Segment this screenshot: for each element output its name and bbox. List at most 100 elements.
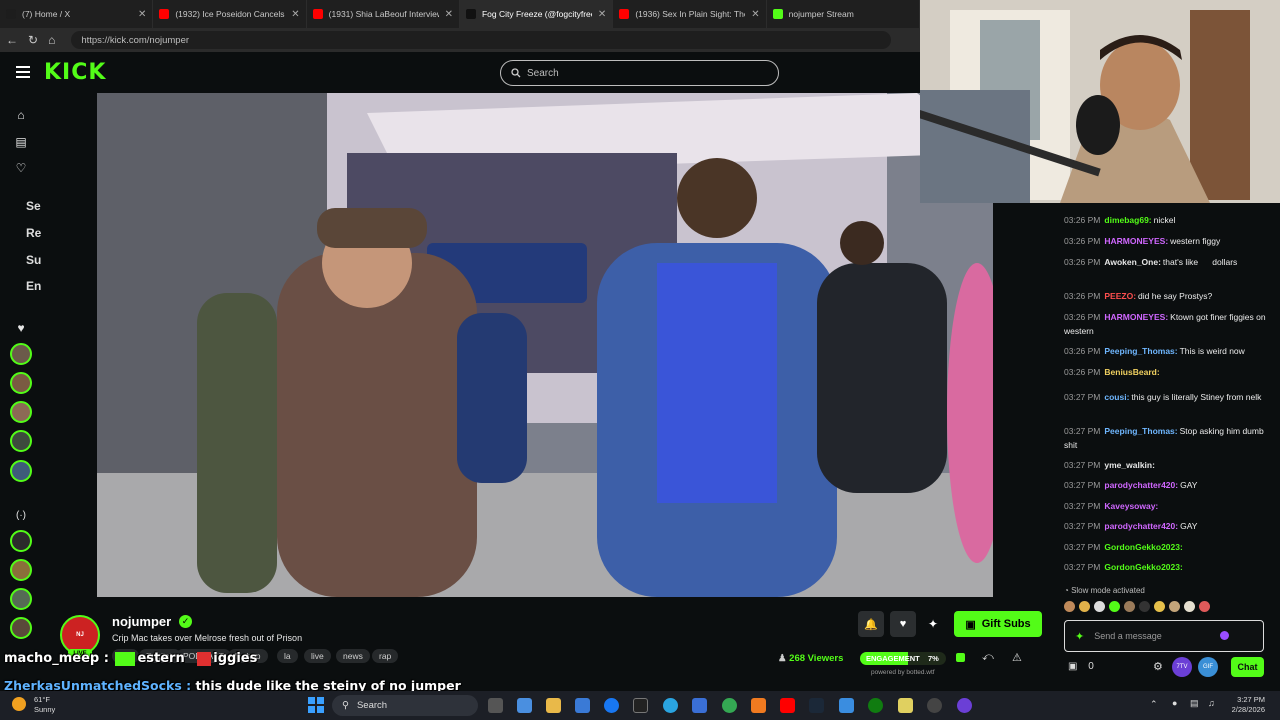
notes-icon[interactable] bbox=[898, 698, 913, 713]
chat-username[interactable]: Peeping_Thomas: bbox=[1104, 426, 1177, 436]
emote-picker-icon[interactable] bbox=[1220, 631, 1229, 640]
youtube-icon[interactable] bbox=[780, 698, 795, 713]
browser-tab[interactable]: (1932) Ice Poseidon Cancels Ama... ✕ bbox=[153, 0, 307, 28]
chat-username[interactable]: Awoken_One: bbox=[1104, 257, 1161, 267]
chat-username[interactable]: HARMONEYES: bbox=[1104, 236, 1168, 246]
xbox-icon[interactable] bbox=[868, 698, 883, 713]
calculator-icon[interactable] bbox=[692, 698, 707, 713]
browser-tab[interactable]: (1931) Shia LaBeouf Interview - Yo... ✕ bbox=[307, 0, 460, 28]
share-icon[interactable]: ⤺ bbox=[982, 651, 994, 664]
mic-icon[interactable]: ● bbox=[1172, 698, 1177, 708]
browse-icon[interactable]: ▤ bbox=[13, 134, 29, 150]
emote[interactable] bbox=[1109, 601, 1120, 612]
sparkle-icon[interactable]: ✦ bbox=[1075, 630, 1084, 643]
home-icon[interactable]: ⌂ bbox=[13, 107, 29, 123]
video-player[interactable] bbox=[97, 93, 993, 597]
chat-username[interactable]: HARMONEYES: bbox=[1104, 312, 1168, 322]
7tv-icon[interactable]: 7TV bbox=[1172, 657, 1192, 677]
chat-username[interactable]: Kaveysoway: bbox=[1104, 501, 1158, 511]
stream-tag[interactable]: news bbox=[336, 649, 370, 663]
following-heart-icon[interactable]: ♡ bbox=[13, 160, 29, 176]
close-icon[interactable]: ✕ bbox=[598, 9, 606, 20]
avatar[interactable] bbox=[10, 430, 32, 452]
emote[interactable] bbox=[1184, 601, 1195, 612]
copilot-icon[interactable] bbox=[517, 698, 532, 713]
sidebar-label-2[interactable]: Re bbox=[26, 226, 41, 240]
app-icon[interactable] bbox=[839, 698, 854, 713]
reload-icon[interactable]: ↻ bbox=[28, 33, 38, 47]
close-icon[interactable]: ✕ bbox=[445, 9, 453, 20]
gif-icon[interactable]: GIF bbox=[1198, 657, 1218, 677]
emote[interactable] bbox=[1139, 601, 1150, 612]
notification-bell-icon[interactable]: 🔔 bbox=[858, 611, 884, 637]
browser-tab[interactable]: (1936) Sex In Plain Sight: The Figu... ✕ bbox=[613, 0, 767, 28]
chat-username[interactable]: cousi: bbox=[1104, 392, 1129, 402]
chat-username[interactable]: parodychatter420: bbox=[1104, 480, 1178, 490]
chrome-icon[interactable] bbox=[722, 698, 737, 713]
browser-tab[interactable]: Fog City Freeze (@fogcityfreeze) | ... ✕ bbox=[459, 0, 614, 28]
sidebar-label-3[interactable]: Su bbox=[26, 253, 41, 267]
emote[interactable] bbox=[1079, 601, 1090, 612]
stream-tag[interactable]: rap bbox=[372, 649, 399, 663]
emote[interactable] bbox=[1154, 601, 1165, 612]
edge-icon[interactable] bbox=[663, 698, 678, 713]
chat-username[interactable]: dimebag69: bbox=[1104, 215, 1151, 225]
chat-username[interactable]: Peeping_Thomas: bbox=[1104, 346, 1177, 356]
store-icon[interactable] bbox=[575, 698, 590, 713]
close-icon[interactable]: ✕ bbox=[138, 9, 146, 20]
avatar[interactable] bbox=[10, 401, 32, 423]
avatar[interactable] bbox=[10, 588, 32, 610]
stream-tag[interactable]: live bbox=[304, 649, 331, 663]
emote[interactable] bbox=[1064, 601, 1075, 612]
network-icon[interactable]: ▤ bbox=[1190, 698, 1199, 709]
weather-icon[interactable] bbox=[12, 697, 26, 711]
app-icon[interactable] bbox=[957, 698, 972, 713]
avatar[interactable] bbox=[10, 460, 32, 482]
clock-time[interactable]: 3:27 PM bbox=[1229, 695, 1265, 704]
kick-logo[interactable]: KICK bbox=[44, 60, 106, 85]
browser-tab[interactable]: (7) Home / X ✕ bbox=[0, 0, 154, 28]
chat-username[interactable]: yme_walkin: bbox=[1104, 460, 1155, 470]
tray-chevron-icon[interactable]: ⌃ bbox=[1150, 699, 1158, 710]
report-icon[interactable]: ⚠ bbox=[1012, 651, 1022, 664]
task-view-icon[interactable] bbox=[488, 698, 503, 713]
windows-start-icon[interactable] bbox=[308, 697, 324, 713]
search-input[interactable]: Search bbox=[500, 60, 779, 86]
close-icon[interactable]: ✕ bbox=[751, 9, 759, 20]
close-icon[interactable]: ✕ bbox=[291, 9, 299, 20]
amazon-icon[interactable] bbox=[633, 698, 648, 713]
sidebar-label-4[interactable]: En bbox=[26, 279, 41, 293]
sidebar-label-1[interactable]: Se bbox=[26, 199, 41, 213]
chat-username[interactable]: GordonGekko2023: bbox=[1104, 562, 1182, 572]
steam-icon[interactable] bbox=[809, 698, 824, 713]
clock-date[interactable]: 2/28/2026 bbox=[1225, 705, 1265, 714]
emote[interactable] bbox=[1094, 601, 1105, 612]
gift-subs-button[interactable]: ▣ Gift Subs bbox=[954, 611, 1042, 637]
stream-tag[interactable]: la bbox=[277, 649, 298, 663]
avatar[interactable] bbox=[10, 372, 32, 394]
channel-name[interactable]: nojumper bbox=[112, 614, 171, 629]
chat-message-input[interactable]: ✦ Send a message bbox=[1064, 620, 1264, 652]
sparkle-icon[interactable]: ✦ bbox=[928, 617, 938, 631]
follow-heart-icon[interactable]: ♥ bbox=[890, 611, 916, 637]
emote[interactable] bbox=[1199, 601, 1210, 612]
menu-icon[interactable] bbox=[16, 66, 30, 78]
avatar[interactable] bbox=[10, 343, 32, 365]
obs-icon[interactable] bbox=[927, 698, 942, 713]
url-field[interactable]: https://kick.com/nojumper bbox=[71, 31, 892, 49]
chat-username[interactable]: BeniusBeard: bbox=[1104, 367, 1159, 377]
vlc-icon[interactable] bbox=[751, 698, 766, 713]
chat-send-button[interactable]: Chat bbox=[1231, 657, 1264, 677]
emote[interactable] bbox=[1169, 601, 1180, 612]
settings-gear-icon[interactable]: ⚙ bbox=[1153, 660, 1163, 673]
avatar[interactable] bbox=[10, 559, 32, 581]
avatar[interactable] bbox=[10, 530, 32, 552]
taskbar-search[interactable]: ⚲ Search bbox=[332, 695, 478, 716]
browser-tab[interactable]: nojumper Stream bbox=[767, 0, 920, 28]
emote[interactable] bbox=[1124, 601, 1135, 612]
file-explorer-icon[interactable] bbox=[546, 698, 561, 713]
avatar[interactable] bbox=[10, 617, 32, 639]
points-display[interactable]: ▣ 0 bbox=[1068, 661, 1094, 672]
chat-username[interactable]: PEEZO: bbox=[1104, 291, 1136, 301]
home-icon[interactable]: ⌂ bbox=[48, 33, 55, 47]
